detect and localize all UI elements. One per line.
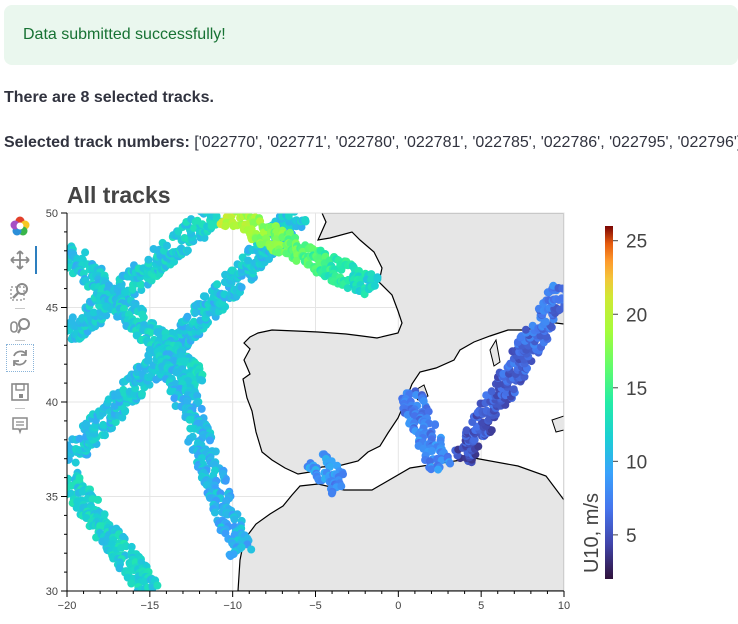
track-point bbox=[226, 200, 234, 208]
track-point bbox=[557, 294, 564, 303]
x-tick-label: −15 bbox=[140, 600, 159, 612]
track-point bbox=[487, 387, 496, 396]
track-point bbox=[198, 376, 207, 385]
track-point bbox=[434, 465, 443, 474]
track-point bbox=[183, 246, 192, 255]
track-point bbox=[127, 579, 136, 588]
track-point bbox=[59, 449, 67, 457]
track-point bbox=[237, 283, 246, 292]
x-tick-label: −5 bbox=[309, 600, 322, 612]
track-point bbox=[427, 465, 436, 474]
track-point bbox=[101, 431, 109, 440]
track-point bbox=[210, 508, 219, 517]
track-point bbox=[565, 298, 573, 306]
track-point bbox=[337, 482, 346, 491]
track-point bbox=[206, 436, 214, 445]
track-point bbox=[94, 495, 102, 504]
track-point bbox=[144, 255, 153, 264]
track-point bbox=[558, 284, 564, 293]
track-point bbox=[446, 459, 455, 468]
x-tick-label: −20 bbox=[58, 600, 77, 612]
track-point bbox=[170, 394, 179, 403]
track-point bbox=[234, 204, 242, 212]
success-alert: Data submitted successfully! bbox=[4, 5, 738, 65]
track-numbers-text: Selected track numbers: ['022770', '0227… bbox=[4, 134, 738, 152]
chart-title: All tracks bbox=[67, 182, 171, 208]
track-numbers-value: ['022770', '022771', '022780', '022781',… bbox=[189, 134, 738, 151]
track-point bbox=[225, 201, 233, 209]
track-point bbox=[290, 213, 299, 216]
colorbar-tick-label: 20 bbox=[626, 305, 647, 326]
colorbar-tick-label: 15 bbox=[626, 379, 647, 400]
track-count-text: There are 8 selected tracks. bbox=[4, 89, 214, 106]
track-point bbox=[230, 515, 239, 524]
track-point bbox=[221, 476, 230, 485]
tracks-map-chart[interactable]: All tracks −20 −15 −10 −5 0 5 10 30 35 40 45 50 5 10… bbox=[0, 170, 738, 624]
track-point bbox=[236, 205, 244, 213]
track-point bbox=[68, 313, 77, 322]
track-point bbox=[55, 323, 63, 331]
y-tick-label: 35 bbox=[46, 492, 58, 504]
colorbar bbox=[605, 226, 613, 579]
y-tick-label: 50 bbox=[46, 208, 58, 220]
track-point bbox=[213, 280, 222, 289]
track-point bbox=[226, 552, 235, 561]
x-tick-label: 0 bbox=[395, 600, 401, 612]
colorbar-tick-label: 5 bbox=[626, 526, 637, 547]
track-point bbox=[327, 489, 336, 498]
x-tick-label: 10 bbox=[558, 600, 570, 612]
y-tick-label: 30 bbox=[46, 586, 58, 598]
track-point bbox=[197, 404, 206, 413]
track-point bbox=[71, 458, 80, 467]
track-point bbox=[370, 281, 379, 290]
track-point bbox=[228, 205, 236, 213]
track-point bbox=[163, 241, 171, 250]
track-point bbox=[566, 297, 574, 305]
track-point bbox=[424, 407, 433, 416]
colorbar-tick-label: 10 bbox=[626, 452, 647, 473]
track-point bbox=[211, 213, 216, 214]
y-tick-label: 40 bbox=[46, 397, 58, 409]
x-tick-label: 5 bbox=[478, 600, 484, 612]
track-point bbox=[427, 447, 436, 455]
track-point bbox=[509, 385, 518, 394]
track-point bbox=[521, 325, 530, 334]
track-point bbox=[247, 545, 256, 554]
colorbar-tick-label: 25 bbox=[626, 232, 647, 253]
y-tick-label: 45 bbox=[46, 303, 58, 315]
track-point bbox=[153, 581, 162, 590]
colorbar-ticks: 5 10 15 20 25 bbox=[613, 232, 647, 547]
track-point bbox=[569, 290, 577, 298]
track-point bbox=[172, 368, 181, 377]
x-tick-label: −10 bbox=[223, 600, 242, 612]
track-point bbox=[184, 437, 193, 446]
track-numbers-label: Selected track numbers: bbox=[4, 134, 190, 151]
track-point bbox=[183, 312, 192, 321]
track-point bbox=[301, 216, 310, 224]
track-point bbox=[287, 213, 291, 214]
track-point bbox=[54, 481, 62, 489]
colorbar-label: U10, m/s bbox=[581, 493, 603, 573]
success-message: Data submitted successfully! bbox=[23, 26, 226, 43]
